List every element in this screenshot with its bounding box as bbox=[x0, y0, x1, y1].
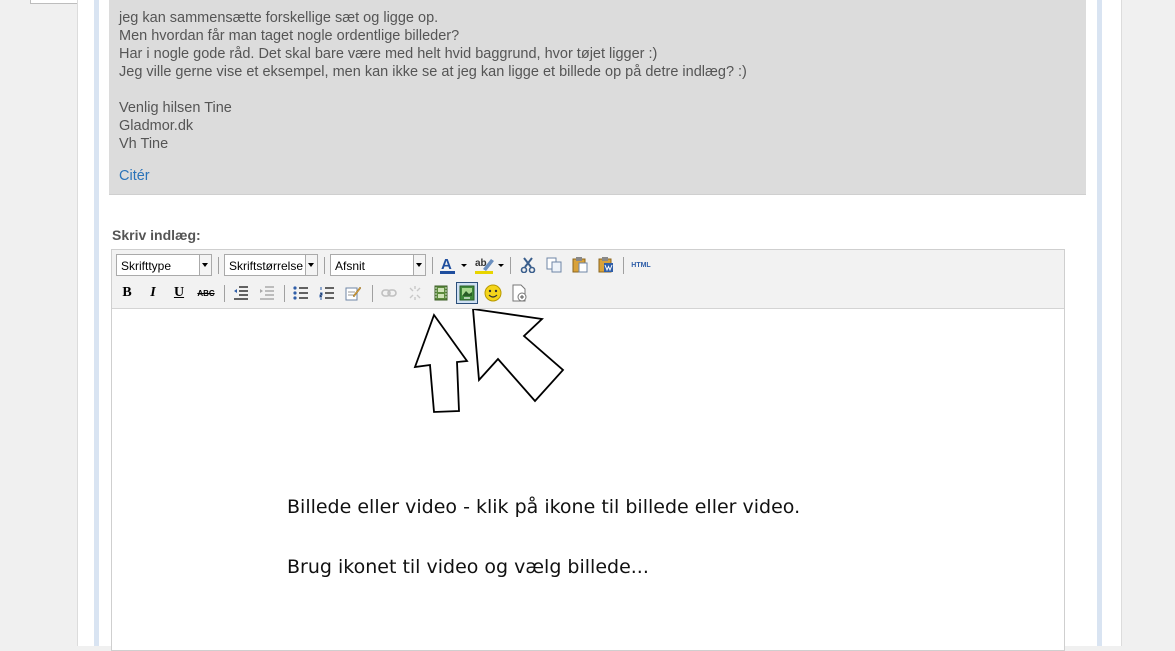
toolbar-separator bbox=[510, 257, 511, 274]
text-color-glyph: A bbox=[441, 256, 452, 273]
text-color-icon: A bbox=[440, 256, 467, 274]
paste-icon bbox=[572, 257, 588, 273]
paste-word-icon bbox=[598, 257, 613, 273]
unlink-button[interactable] bbox=[405, 283, 425, 303]
link-icon bbox=[381, 289, 397, 297]
insert-image-button[interactable] bbox=[456, 282, 478, 304]
insert-link-button[interactable] bbox=[379, 283, 399, 303]
new-document-button[interactable] bbox=[509, 283, 529, 303]
quoted-post: jeg kan sammensætte forskellige sæt og l… bbox=[109, 0, 1086, 195]
quote-line: Men hvordan får man taget nogle ordentli… bbox=[119, 28, 460, 44]
paste-button[interactable] bbox=[570, 255, 590, 275]
quote-line: Venlig hilsen Tine bbox=[119, 100, 232, 116]
outdent-button[interactable] bbox=[231, 283, 251, 303]
toolbar-separator bbox=[623, 257, 624, 274]
underline-glyph: U bbox=[173, 285, 185, 300]
quote-line: Har i nogle gode råd. Det skal bare være… bbox=[119, 46, 658, 62]
bullet-list-icon bbox=[293, 286, 308, 300]
toolbar-separator bbox=[372, 285, 373, 302]
highlight-icon: ab bbox=[475, 258, 504, 274]
quote-line bbox=[119, 81, 747, 99]
paste-from-word-button[interactable] bbox=[596, 255, 616, 275]
bold-button[interactable]: B bbox=[117, 283, 137, 303]
italic-button[interactable]: I bbox=[143, 283, 163, 303]
html-label: HTML bbox=[631, 261, 651, 269]
quote-line: Gladmor.dk bbox=[119, 118, 194, 134]
text-color-button[interactable]: A bbox=[438, 255, 468, 275]
toolbar-separator bbox=[218, 257, 219, 274]
insert-video-button[interactable] bbox=[431, 283, 451, 303]
content-border-left bbox=[94, 0, 99, 646]
up-arrow-annotation bbox=[413, 313, 469, 413]
annotation-arrows bbox=[413, 309, 565, 413]
numbered-list-button[interactable] bbox=[317, 283, 337, 303]
outdent-icon bbox=[234, 286, 248, 300]
toolbar-separator bbox=[324, 257, 325, 274]
unlink-icon bbox=[409, 286, 421, 300]
font-family-select[interactable]: Skrifttype bbox=[116, 254, 212, 276]
italic-glyph: I bbox=[150, 285, 156, 300]
editor-content-area[interactable]: Billede eller video - klik på ikone til … bbox=[112, 309, 1064, 650]
edit-icon bbox=[345, 286, 361, 301]
font-size-select[interactable]: Skriftstørrelse bbox=[224, 254, 318, 276]
editor-toolbar: Skrifttype Skriftstørrelse Afsnit A ab H… bbox=[112, 250, 1064, 309]
toolbar-separator bbox=[224, 285, 225, 302]
chevron-down-icon bbox=[199, 255, 211, 275]
edit-button[interactable] bbox=[343, 283, 363, 303]
strikethrough-button[interactable]: ABC bbox=[194, 283, 218, 303]
cite-link[interactable]: Citér bbox=[119, 168, 150, 184]
rich-text-editor: Skrifttype Skriftstørrelse Afsnit A ab H… bbox=[111, 249, 1065, 651]
scissors-icon bbox=[520, 257, 536, 273]
font-family-select-label: Skrifttype bbox=[121, 259, 172, 273]
smiley-icon bbox=[484, 284, 502, 302]
chevron-down-icon bbox=[305, 255, 317, 275]
quote-line: Vh Tine bbox=[119, 136, 169, 152]
copy-button[interactable] bbox=[544, 255, 564, 275]
numbered-list-icon bbox=[319, 287, 334, 300]
bold-glyph: B bbox=[122, 285, 132, 300]
emoticon-button[interactable] bbox=[483, 283, 503, 303]
highlight-color-button[interactable]: ab bbox=[473, 255, 505, 275]
quote-line: jeg kan sammensætte forskellige sæt og l… bbox=[119, 10, 439, 26]
cut-button[interactable] bbox=[518, 255, 538, 275]
document-icon bbox=[512, 284, 527, 302]
strikethrough-glyph: ABC bbox=[197, 288, 215, 298]
paragraph-format-select[interactable]: Afsnit bbox=[330, 254, 426, 276]
diagonal-arrow-annotation bbox=[472, 309, 565, 403]
quote-text: jeg kan sammensætte forskellige sæt og l… bbox=[119, 9, 747, 153]
indent-icon bbox=[260, 286, 274, 300]
bullet-list-button[interactable] bbox=[291, 283, 311, 303]
write-post-label: Skriv indlæg: bbox=[112, 227, 201, 243]
content-border-right bbox=[1097, 0, 1102, 646]
chevron-down-icon bbox=[413, 255, 425, 275]
html-source-button[interactable]: HTML bbox=[629, 255, 653, 275]
toolbar-separator bbox=[284, 285, 285, 302]
quote-line: Jeg ville gerne vise et eksempel, men ka… bbox=[119, 64, 747, 80]
paragraph-format-select-label: Afsnit bbox=[335, 259, 366, 273]
copy-icon bbox=[546, 257, 562, 273]
toolbar-separator bbox=[432, 257, 433, 274]
image-icon bbox=[459, 285, 475, 301]
indent-button[interactable] bbox=[257, 283, 277, 303]
underline-button[interactable]: U bbox=[169, 283, 189, 303]
film-icon bbox=[434, 285, 448, 301]
font-size-select-label: Skriftstørrelse bbox=[229, 259, 304, 273]
